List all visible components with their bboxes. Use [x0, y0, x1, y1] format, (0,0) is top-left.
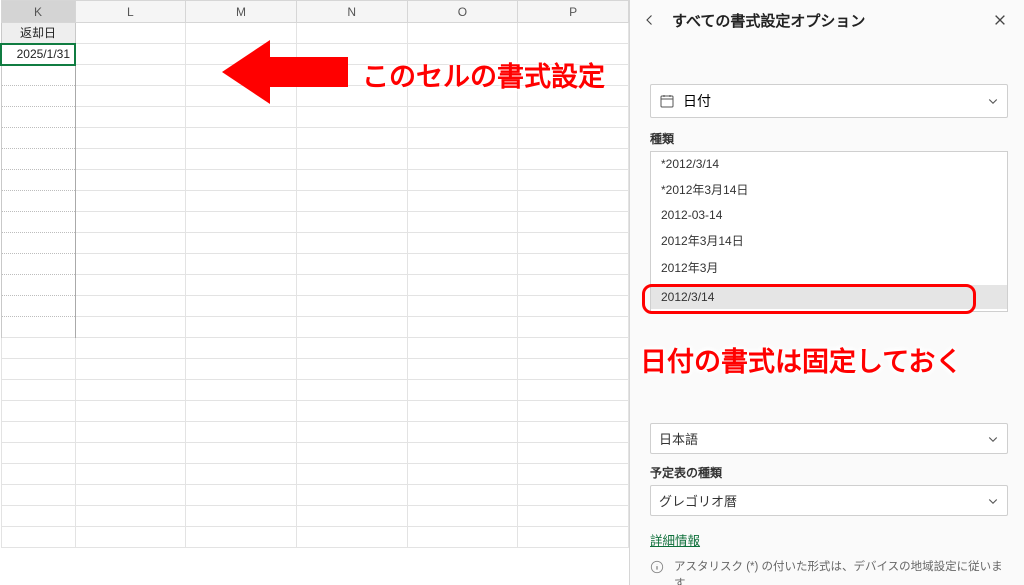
- calendar-section-label: 予定表の種類: [650, 464, 1008, 481]
- col-header-K[interactable]: K: [1, 1, 75, 23]
- calendar-value: グレゴリオ暦: [659, 491, 987, 510]
- chevron-down-icon: [987, 433, 999, 445]
- type-option[interactable]: 2012/3/14 1:30 PM: [651, 309, 1007, 312]
- column-header-row: K L M N O P: [1, 1, 629, 23]
- annotation-text-top: このセルの書式設定: [362, 55, 605, 94]
- type-option[interactable]: 2012-03-14: [651, 203, 1007, 227]
- type-option-selected[interactable]: 2012/3/14: [651, 285, 1007, 309]
- close-button[interactable]: [988, 8, 1012, 32]
- format-options-panel: すべての書式設定オプション 日付 種類 *2012/3/14 *2012年3月1…: [629, 0, 1024, 585]
- col-header-P[interactable]: P: [518, 1, 629, 23]
- cell-header[interactable]: 返却日: [1, 23, 75, 44]
- annotation-text-bottom: 日付の書式は固定しておく: [640, 340, 962, 379]
- panel-title: すべての書式設定オプション: [672, 10, 978, 31]
- locale-dropdown[interactable]: 日本語: [650, 423, 1008, 454]
- spreadsheet-area: K L M N O P 返却日 2025/1/31: [0, 0, 629, 585]
- type-option[interactable]: *2012/3/14: [651, 152, 1007, 176]
- info-icon: [650, 560, 666, 585]
- chevron-down-icon: [987, 95, 999, 107]
- type-option[interactable]: 2012年3月14日: [651, 227, 1007, 254]
- category-dropdown[interactable]: 日付: [650, 84, 1008, 118]
- type-option[interactable]: *2012年3月14日: [651, 176, 1007, 203]
- back-button[interactable]: [638, 8, 662, 32]
- col-header-M[interactable]: M: [186, 1, 297, 23]
- type-section-label: 種類: [650, 130, 1008, 147]
- col-header-L[interactable]: L: [75, 1, 186, 23]
- details-link[interactable]: 詳細情報: [650, 530, 700, 549]
- calendar-icon: [659, 93, 675, 109]
- asterisk-note-text: アスタリスク (*) の付いた形式は、デバイスの地域設定に従います: [674, 559, 1008, 585]
- type-option[interactable]: 2012年3月: [651, 254, 1007, 281]
- type-listbox[interactable]: *2012/3/14 *2012年3月14日 2012-03-14 2012年3…: [650, 151, 1008, 312]
- category-label: 日付: [683, 91, 979, 111]
- locale-value: 日本語: [659, 429, 987, 448]
- calendar-dropdown[interactable]: グレゴリオ暦: [650, 485, 1008, 516]
- chevron-down-icon: [987, 495, 999, 507]
- active-cell[interactable]: 2025/1/31: [1, 44, 75, 65]
- col-header-N[interactable]: N: [296, 1, 407, 23]
- col-header-O[interactable]: O: [407, 1, 518, 23]
- asterisk-note: アスタリスク (*) の付いた形式は、デバイスの地域設定に従います: [650, 559, 1008, 585]
- arrow-left-icon: [644, 14, 656, 26]
- annotation-arrow: [222, 40, 348, 104]
- close-icon: [993, 13, 1007, 27]
